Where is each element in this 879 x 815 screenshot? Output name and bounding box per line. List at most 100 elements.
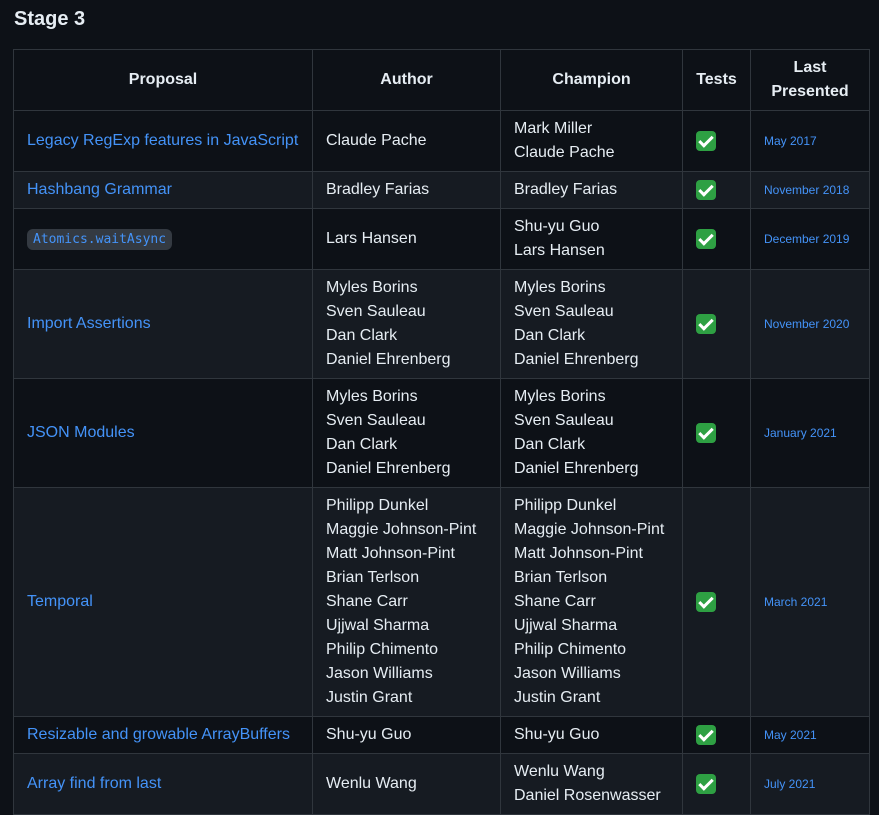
- check-mark-icon: [696, 422, 716, 443]
- check-mark-icon: [696, 228, 716, 249]
- champion-name: Sven Sauleau: [514, 303, 614, 320]
- tests-cell: [682, 753, 751, 815]
- last-presented-link[interactable]: March 2021: [764, 595, 827, 609]
- champion-name: Philipp Dunkel: [514, 497, 617, 514]
- column-header-last-presented: Last Presented: [750, 49, 870, 111]
- proposal-link[interactable]: JSON Modules: [27, 424, 135, 441]
- tests-cell: [682, 208, 751, 270]
- proposal-link[interactable]: Atomics.waitAsync: [27, 228, 173, 250]
- champion-cell: Bradley Farias: [500, 171, 683, 209]
- check-mark-icon: [696, 591, 716, 612]
- author-name: Jason Williams: [326, 665, 433, 682]
- proposal-cell: Temporal: [13, 487, 313, 717]
- table-row: Resizable and growable ArrayBuffers Shu-y…: [13, 716, 870, 754]
- table-row: Legacy RegExp features in JavaScript Clau…: [13, 110, 870, 172]
- champion-cell: Shu-yu Guo Lars Hansen: [500, 208, 683, 270]
- table-header-row: Proposal Author Champion Tests Last Pres…: [13, 49, 870, 111]
- champion-name: Dan Clark: [514, 436, 586, 453]
- author-cell: Myles Borins Sven Sauleau Dan Clark Daniel …: [312, 378, 501, 488]
- last-presented-cell: July 2021: [750, 753, 870, 815]
- table-row: Atomics.waitAsync Lars Hansen Shu-yu Guo La…: [13, 208, 870, 270]
- check-mark-icon: [696, 179, 716, 200]
- author-name: Dan Clark: [326, 436, 398, 453]
- proposal-cell: Hashbang Grammar: [13, 171, 313, 209]
- author-name: Bradley Farias: [326, 181, 430, 198]
- last-presented-link[interactable]: December 2019: [764, 232, 849, 246]
- proposal-link[interactable]: Resizable and growable ArrayBuffers: [27, 726, 290, 743]
- table-row: Hashbang Grammar Bradley Farias Bradley Fa…: [13, 171, 870, 209]
- champion-name: Shane Carr: [514, 593, 596, 610]
- champion-name: Ujjwal Sharma: [514, 617, 618, 634]
- last-presented-link[interactable]: July 2021: [764, 777, 815, 791]
- author-name: Philipp Dunkel: [326, 497, 429, 514]
- author-name: Wenlu Wang: [326, 775, 417, 792]
- last-presented-link[interactable]: November 2018: [764, 183, 849, 197]
- last-presented-cell: November 2018: [750, 171, 870, 209]
- proposal-cell: Atomics.waitAsync: [13, 208, 313, 270]
- last-presented-cell: May 2021: [750, 716, 870, 754]
- proposal-cell: JSON Modules: [13, 378, 313, 488]
- proposal-link[interactable]: Temporal: [27, 593, 93, 610]
- proposal-cell: Array find from last: [13, 753, 313, 815]
- author-name: Lars Hansen: [326, 230, 417, 247]
- author-name: Ujjwal Sharma: [326, 617, 430, 634]
- last-presented-cell: March 2021: [750, 487, 870, 717]
- author-name: Daniel Ehrenberg: [326, 351, 451, 368]
- author-name: Philip Chimento: [326, 641, 439, 658]
- last-presented-link[interactable]: May 2017: [764, 134, 817, 148]
- last-presented-link[interactable]: May 2021: [764, 728, 817, 742]
- author-name: Sven Sauleau: [326, 412, 426, 429]
- author-name: Sven Sauleau: [326, 303, 426, 320]
- proposal-link[interactable]: Legacy RegExp features in JavaScript: [27, 132, 298, 149]
- column-header-proposal: Proposal: [13, 49, 313, 111]
- author-cell: Wenlu Wang: [312, 753, 501, 815]
- last-presented-cell: December 2019: [750, 208, 870, 270]
- author-cell: Philipp Dunkel Maggie Johnson-Pint Matt Jo…: [312, 487, 501, 717]
- column-header-author: Author: [312, 49, 501, 111]
- champion-name: Myles Borins: [514, 279, 606, 296]
- author-name: Daniel Ehrenberg: [326, 460, 451, 477]
- champion-cell: Myles Borins Sven Sauleau Dan Clark Daniel …: [500, 378, 683, 488]
- proposal-link[interactable]: Hashbang Grammar: [27, 181, 172, 198]
- last-presented-link[interactable]: November 2020: [764, 317, 849, 331]
- table-row: Import Assertions Myles Borins Sven Saulea…: [13, 269, 870, 379]
- champion-name: Bradley Farias: [514, 181, 618, 198]
- champion-name: Shu-yu Guo: [514, 726, 600, 743]
- tests-cell: [682, 378, 751, 488]
- author-cell: Claude Pache: [312, 110, 501, 172]
- proposal-cell: Legacy RegExp features in JavaScript: [13, 110, 313, 172]
- check-mark-icon: [696, 313, 716, 334]
- author-name: Myles Borins: [326, 388, 418, 405]
- proposal-link[interactable]: Array find from last: [27, 775, 161, 792]
- tests-cell: [682, 716, 751, 754]
- champion-name: Philip Chimento: [514, 641, 627, 658]
- champion-name: Justin Grant: [514, 689, 601, 706]
- champion-cell: Mark Miller Claude Pache: [500, 110, 683, 172]
- last-presented-link[interactable]: January 2021: [764, 426, 837, 440]
- check-mark-icon: [696, 724, 716, 745]
- proposal-link[interactable]: Import Assertions: [27, 315, 151, 332]
- champion-name: Matt Johnson-Pint: [514, 545, 643, 562]
- champion-name: Mark Miller: [514, 120, 593, 137]
- author-cell: Myles Borins Sven Sauleau Dan Clark Daniel …: [312, 269, 501, 379]
- champion-name: Sven Sauleau: [514, 412, 614, 429]
- champion-name: Dan Clark: [514, 327, 586, 344]
- author-name: Claude Pache: [326, 132, 427, 149]
- author-name: Dan Clark: [326, 327, 398, 344]
- champion-cell: Myles Borins Sven Sauleau Dan Clark Daniel …: [500, 269, 683, 379]
- proposal-cell: Resizable and growable ArrayBuffers: [13, 716, 313, 754]
- last-presented-cell: January 2021: [750, 378, 870, 488]
- column-header-champion: Champion: [500, 49, 683, 111]
- author-name: Matt Johnson-Pint: [326, 545, 455, 562]
- champion-name: Daniel Ehrenberg: [514, 460, 639, 477]
- champion-name: Maggie Johnson-Pint: [514, 521, 665, 538]
- champion-name: Lars Hansen: [514, 242, 605, 259]
- last-presented-cell: May 2017: [750, 110, 870, 172]
- table-row: Array find from last Wenlu Wang Wenlu Wang…: [13, 753, 870, 815]
- champion-name: Daniel Rosenwasser: [514, 787, 661, 804]
- check-mark-icon: [696, 130, 716, 151]
- author-name: Myles Borins: [326, 279, 418, 296]
- tests-cell: [682, 171, 751, 209]
- author-cell: Bradley Farias: [312, 171, 501, 209]
- author-cell: Shu-yu Guo: [312, 716, 501, 754]
